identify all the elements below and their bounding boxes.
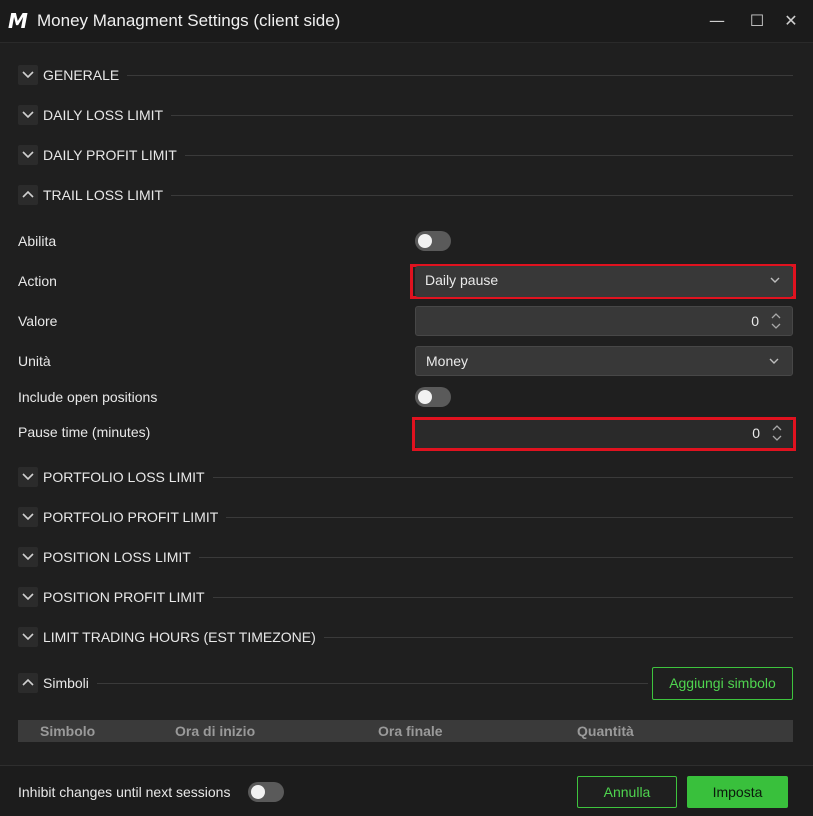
pause-time-value: 0 xyxy=(752,425,760,441)
section-label: TRAIL LOSS LIMIT xyxy=(43,187,172,203)
action-select[interactable]: Daily pause xyxy=(415,266,793,297)
app-logo-icon: M xyxy=(8,9,28,33)
section-portfolio-profit-limit[interactable]: PORTFOLIO PROFIT LIMIT xyxy=(18,506,793,528)
chevron-down-icon[interactable] xyxy=(18,587,38,607)
unita-select[interactable]: Money xyxy=(415,346,793,376)
section-divider xyxy=(43,75,793,76)
chevron-down-icon xyxy=(769,358,779,364)
section-label: DAILY LOSS LIMIT xyxy=(43,107,172,123)
footer-bar: Inhibit changes until next sessions Annu… xyxy=(0,765,813,816)
cancel-button[interactable]: Annulla xyxy=(577,776,677,808)
title-bar: M Money Managment Settings (client side)… xyxy=(0,0,813,43)
section-simboli[interactable]: Simboli xyxy=(18,672,648,694)
section-label: GENERALE xyxy=(43,67,128,83)
column-header[interactable]: Ora di inizio xyxy=(175,723,255,739)
chevron-down-icon[interactable] xyxy=(18,627,38,647)
close-icon[interactable]: ✕ xyxy=(778,8,804,34)
spinner-arrows-icon[interactable] xyxy=(770,312,782,330)
include-open-positions-toggle[interactable] xyxy=(415,387,451,407)
column-header[interactable]: Ora finale xyxy=(378,723,443,739)
valore-input[interactable]: 0 xyxy=(415,306,793,336)
pause-time-input[interactable]: 0 xyxy=(415,420,793,448)
chevron-up-icon[interactable] xyxy=(18,185,38,205)
column-header[interactable]: Quantità xyxy=(577,723,634,739)
abilita-toggle[interactable] xyxy=(415,231,451,251)
symbols-table-header: Simbolo Ora di inizio Ora finale Quantit… xyxy=(18,720,793,742)
unita-label: Unità xyxy=(18,353,51,369)
apply-button[interactable]: Imposta xyxy=(687,776,788,808)
toggle-knob xyxy=(418,234,432,248)
section-portfolio-loss-limit[interactable]: PORTFOLIO LOSS LIMIT xyxy=(18,466,793,488)
action-select-value: Daily pause xyxy=(425,272,499,288)
toggle-knob xyxy=(418,390,432,404)
section-label: POSITION PROFIT LIMIT xyxy=(43,589,213,605)
toggle-knob xyxy=(251,785,265,799)
valore-value: 0 xyxy=(751,313,759,329)
column-header[interactable]: Simbolo xyxy=(40,723,95,739)
chevron-down-icon xyxy=(770,277,780,283)
section-divider xyxy=(43,683,648,684)
inhibit-changes-label: Inhibit changes until next sessions xyxy=(18,784,231,800)
chevron-down-icon[interactable] xyxy=(18,507,38,527)
chevron-up-icon[interactable] xyxy=(18,673,38,693)
add-symbol-button[interactable]: Aggiungi simbolo xyxy=(652,667,793,700)
chevron-down-icon[interactable] xyxy=(18,65,38,85)
include-open-positions-label: Include open positions xyxy=(18,389,158,405)
section-position-loss-limit[interactable]: POSITION LOSS LIMIT xyxy=(18,546,793,568)
abilita-label: Abilita xyxy=(18,233,57,249)
chevron-down-icon[interactable] xyxy=(18,145,38,165)
spinner-arrows-icon[interactable] xyxy=(771,424,783,442)
section-label: PORTFOLIO PROFIT LIMIT xyxy=(43,509,227,525)
pause-time-label: Pause time (minutes) xyxy=(18,424,151,440)
chevron-down-icon[interactable] xyxy=(18,467,38,487)
maximize-icon[interactable]: ☐ xyxy=(744,8,770,34)
action-label: Action xyxy=(18,273,57,289)
section-label: DAILY PROFIT LIMIT xyxy=(43,147,185,163)
section-generale[interactable]: GENERALE xyxy=(18,64,793,86)
section-label: LIMIT TRADING HOURS (EST TIMEZONE) xyxy=(43,629,324,645)
inhibit-changes-toggle[interactable] xyxy=(248,782,284,802)
section-position-profit-limit[interactable]: POSITION PROFIT LIMIT xyxy=(18,586,793,608)
section-label: POSITION LOSS LIMIT xyxy=(43,549,199,565)
section-daily-loss-limit[interactable]: DAILY LOSS LIMIT xyxy=(18,104,793,126)
minimize-icon[interactable]: — xyxy=(704,8,730,34)
section-label: PORTFOLIO LOSS LIMIT xyxy=(43,469,213,485)
unita-select-value: Money xyxy=(426,353,469,369)
chevron-down-icon[interactable] xyxy=(18,547,38,567)
section-daily-profit-limit[interactable]: DAILY PROFIT LIMIT xyxy=(18,144,793,166)
window-title: Money Managment Settings (client side) xyxy=(37,11,341,30)
valore-label: Valore xyxy=(18,313,58,329)
section-label: Simboli xyxy=(43,675,97,691)
section-trail-loss-limit[interactable]: TRAIL LOSS LIMIT xyxy=(18,184,793,206)
section-limit-trading-hours[interactable]: LIMIT TRADING HOURS (EST TIMEZONE) xyxy=(18,626,793,648)
chevron-down-icon[interactable] xyxy=(18,105,38,125)
